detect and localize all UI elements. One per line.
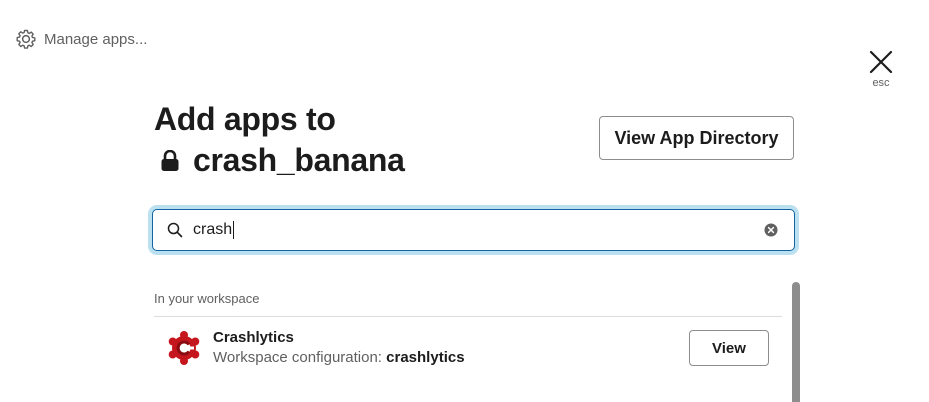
close-icon [869, 50, 893, 74]
search-field[interactable]: crash [152, 209, 795, 251]
view-app-button[interactable]: View [689, 330, 769, 366]
view-app-directory-button[interactable]: View App Directory [599, 116, 794, 160]
page-title: Add apps to crash_banana [154, 99, 405, 181]
manage-apps-label: Manage apps... [44, 30, 148, 48]
text-cursor [233, 221, 235, 239]
crashlytics-logo-icon [164, 328, 204, 368]
app-description: Workspace configuration: crashlytics [213, 348, 465, 368]
channel-name: crash_banana [193, 142, 405, 178]
clear-search-icon[interactable] [764, 223, 778, 237]
search-input[interactable]: crash [193, 221, 764, 239]
close-button[interactable]: esc [862, 50, 900, 89]
add-apps-modal: Manage apps... esc Add apps to crash_ban… [0, 0, 929, 402]
gear-icon [16, 29, 36, 49]
lock-icon [161, 146, 187, 176]
section-label: In your workspace [154, 291, 260, 306]
app-name: Crashlytics [213, 329, 294, 346]
app-description-prefix: Workspace configuration: [213, 349, 387, 366]
search-icon [167, 222, 183, 238]
manage-apps-link[interactable]: Manage apps... [16, 28, 147, 50]
app-description-config: crashlytics [386, 349, 465, 366]
title-line: Add apps to [154, 101, 336, 137]
app-info: Crashlytics Workspace configuration: cra… [213, 328, 465, 368]
app-result-row[interactable]: Crashlytics Workspace configuration: cra… [154, 317, 782, 379]
search-input-value: crash [193, 221, 233, 238]
esc-hint: esc [872, 77, 890, 89]
channel-title: crash_banana [154, 140, 405, 181]
scrollbar-thumb[interactable] [792, 282, 800, 402]
